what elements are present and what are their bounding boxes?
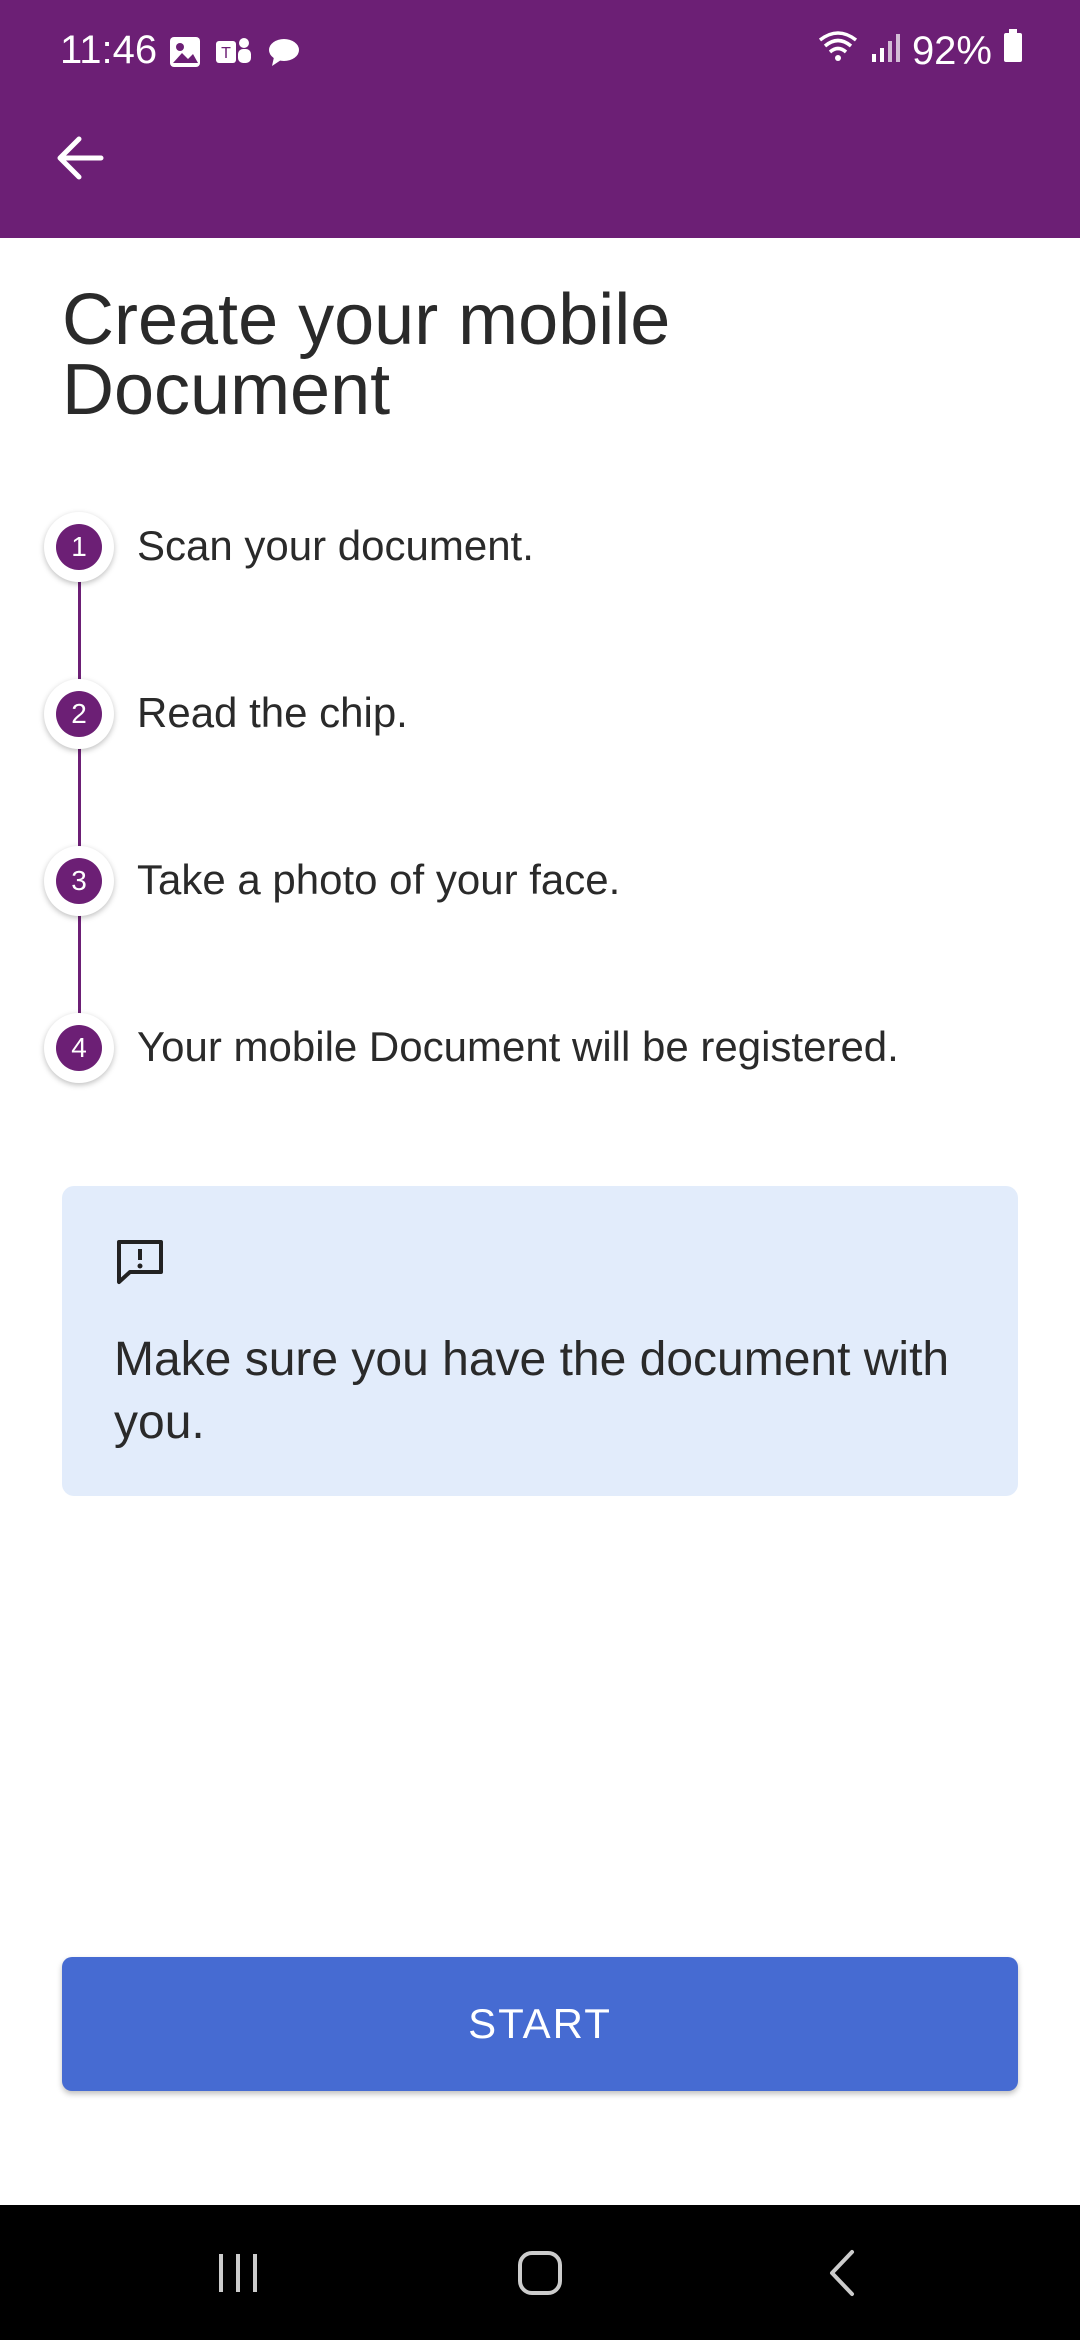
chat-bubble-icon (266, 34, 302, 79)
wifi-icon (816, 28, 860, 74)
step-label: Take a photo of your face. (137, 856, 621, 903)
system-nav-bar (0, 2205, 1080, 2340)
system-icons: 92% (816, 28, 1024, 74)
step-number-badge: 4 (44, 1013, 114, 1083)
step-number-badge: 3 (44, 846, 114, 916)
info-message: Make sure you have the document with you… (114, 1333, 950, 1449)
start-button[interactable]: START (62, 1957, 1018, 2091)
status-bar: 11:46 T 92% (0, 0, 1080, 100)
info-card: Make sure you have the document with you… (62, 1186, 1018, 1496)
back-icon (830, 2249, 854, 2296)
arrow-left-icon (57, 136, 104, 180)
image-icon (168, 34, 202, 79)
step-item: 3 Take a photo of your face. (44, 846, 1044, 1026)
page-title: Create your mobile Document (62, 280, 671, 430)
step-label: Read the chip. (137, 689, 408, 736)
app-bar: 11:46 T 92% (0, 0, 1080, 238)
battery-percentage: 92% (911, 28, 992, 73)
step-number-badge: 1 (44, 512, 114, 582)
teams-icon: T (214, 34, 254, 79)
recent-apps-button[interactable] (178, 2205, 298, 2340)
signal-icon (870, 29, 902, 74)
steps-list: 1 Scan your document. 2 Read the chip. 3… (44, 512, 1044, 1180)
nav-back-button[interactable] (782, 2205, 902, 2340)
step-number-badge: 2 (44, 679, 114, 749)
notification-icons: T (168, 34, 302, 79)
step-connector (78, 906, 81, 1026)
step-label: Your mobile Document will be registered. (137, 1023, 899, 1070)
step-connector (78, 739, 81, 859)
step-item: 2 Read the chip. (44, 679, 1044, 859)
step-connector (78, 572, 81, 692)
recent-apps-icon (219, 2253, 257, 2292)
home-icon (518, 2250, 562, 2295)
svg-text:T: T (221, 45, 231, 62)
step-label: Scan your document. (137, 522, 534, 569)
home-button[interactable] (480, 2205, 600, 2340)
feedback-alert-icon (114, 1238, 166, 1291)
back-button[interactable] (40, 118, 120, 198)
status-time: 11:46 (60, 28, 158, 72)
step-item: 4 Your mobile Document will be registere… (44, 1013, 1044, 1180)
step-item: 1 Scan your document. (44, 512, 1044, 692)
battery-icon (1002, 28, 1024, 74)
